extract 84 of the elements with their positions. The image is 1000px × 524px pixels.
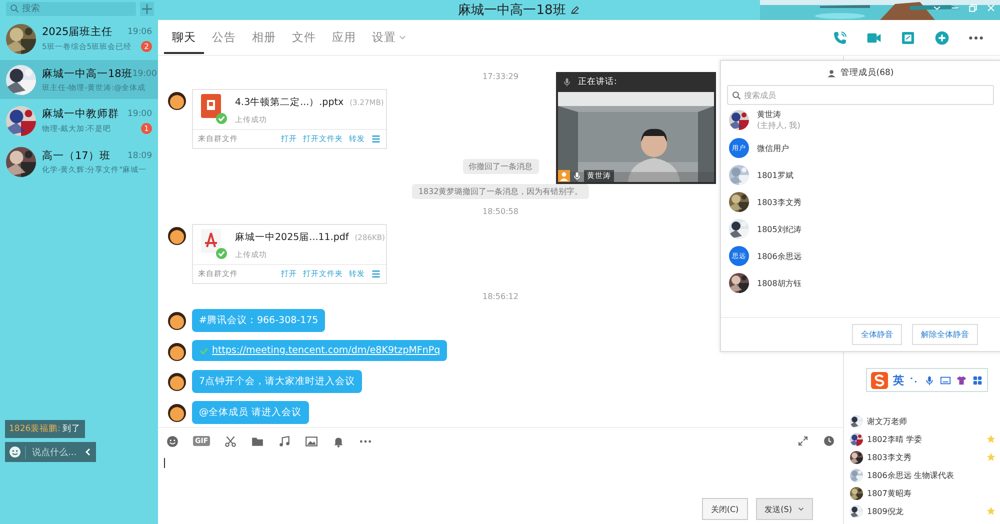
menu-icon[interactable] [371,269,381,279]
user-icon [558,170,570,182]
member-name[interactable]: 1806余思远 [757,250,802,262]
message-bubble: 7点钟开个会，请大家准时进入会议 [192,370,362,393]
search-icon [732,90,741,100]
tab[interactable]: 设置 [364,21,414,54]
presentation-file-icon [201,94,221,118]
folder-icon[interactable] [251,434,264,448]
member-name: 1803李文秀 [867,452,912,462]
member-name[interactable]: 黄世涛 [757,109,800,120]
panel-title: 管理成员(68) [840,67,894,79]
message-bubble: @全体成员 请进入会议 [192,401,309,424]
music-icon[interactable] [278,434,292,448]
member-name: 1807黄昭寿 [867,488,912,498]
input-mode-label[interactable]: 英 [893,372,904,388]
menu-icon[interactable] [371,134,381,144]
avatar-icon [166,309,188,331]
history-icon[interactable] [823,435,835,447]
smiley-icon[interactable] [9,446,21,458]
system-notice: 1832黄梦璐撤回了一条消息，因为有错别字。 [412,184,589,199]
avatar-icon [166,401,188,423]
check-icon [216,248,227,259]
punctuation-icon[interactable] [909,375,919,385]
tab[interactable]: 公告 [204,21,244,54]
member-name: 1802李晴 学委 [867,434,923,444]
add-button[interactable] [140,2,154,16]
add-icon[interactable] [934,30,950,46]
scissors-icon[interactable] [224,434,238,448]
emoji-icon[interactable] [166,434,179,448]
expand-icon[interactable] [797,435,809,447]
member-name[interactable]: 1805刘纪涛 [757,224,802,234]
file-name[interactable]: 4.3牛顿第二定...）.pptx [235,96,344,109]
whiteboard-icon[interactable] [900,30,916,46]
search-field[interactable]: 搜索 [6,2,136,16]
bell-icon[interactable] [332,434,346,448]
member-role: (主持人, 我) [757,120,800,131]
grid-icon[interactable] [972,374,983,386]
microphone-icon[interactable] [562,77,572,87]
mute-button[interactable]: 全体静音 [852,324,902,345]
member-search-field[interactable]: 搜索成员 [727,85,994,105]
search-icon [10,4,19,13]
member-name: 1809倪龙 [867,506,904,516]
member-name: 谢文万老师 [867,416,908,426]
timestamp: 18:50:58 [482,207,518,216]
tab[interactable]: 应用 [324,21,364,54]
timestamp: 18:56:12 [482,292,518,301]
person-icon [827,68,836,78]
meeting-link[interactable]: https://meeting.tencent.com/dm/e8K9tzpMFnPq [212,345,440,356]
speaking-label: 正在讲话: [578,76,617,88]
avatar-icon [166,370,188,392]
avatar-icon [166,340,188,362]
member-name[interactable]: 1803李文秀 [757,196,802,208]
pdf-file-icon [201,229,221,253]
file-name[interactable]: 麻城一中2025届...11.pdf [235,231,349,244]
keyboard-icon[interactable] [940,374,951,386]
caret-icon[interactable] [798,506,804,512]
comment-field[interactable]: 说点什么... [5,442,96,462]
avatar-icon [166,89,188,111]
microphone-icon[interactable] [924,374,935,386]
timestamp: 17:33:29 [482,72,518,81]
microphone-icon[interactable] [572,171,582,181]
phone-icon[interactable] [832,30,848,46]
tab[interactable]: 聊天 [164,21,204,54]
mute-button[interactable]: 解除全体静音 [912,324,978,345]
member-name[interactable]: 微信用户 [757,142,789,154]
edit-icon[interactable] [570,5,580,15]
member-name[interactable]: 1801罗斌 [757,170,794,180]
shirt-icon[interactable] [956,374,967,386]
member-name: 1806余思远 生物课代表 [867,470,955,480]
chevron-left-icon[interactable] [84,448,92,456]
check-icon [216,113,227,124]
tab[interactable]: 文件 [284,21,324,54]
window-title: 麻城一中高一18班 [458,2,566,19]
check-icon [199,346,209,356]
avatar-icon [166,224,188,246]
member-name[interactable]: 1808胡方钰 [757,278,802,288]
message-bubble: #腾讯会议：966-308-175 [192,309,326,332]
comment-ticker: 1826裴福鹏: 到了 [5,420,84,438]
footer-button[interactable]: 发送(S) [756,498,813,520]
system-notice: 你撤回了一条消息 [462,159,538,174]
tab[interactable]: 相册 [244,21,284,54]
input-method-logo-icon [871,372,888,388]
footer-button[interactable]: 关闭(C) [702,498,748,520]
image-icon[interactable] [305,434,318,448]
